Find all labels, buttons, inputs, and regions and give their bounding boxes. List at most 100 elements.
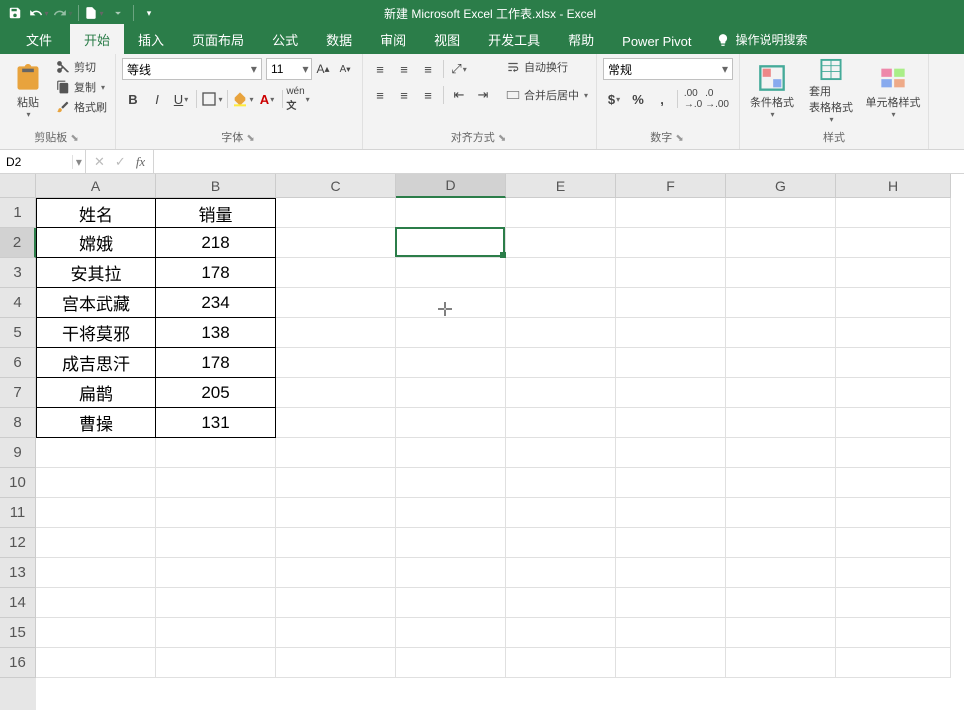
row-header-14[interactable]: 14 xyxy=(0,588,36,618)
col-header-G[interactable]: G xyxy=(726,174,836,198)
cell-E14[interactable] xyxy=(506,588,616,618)
cell-D12[interactable] xyxy=(396,528,506,558)
cell-E10[interactable] xyxy=(506,468,616,498)
cell-C12[interactable] xyxy=(276,528,396,558)
cell-B14[interactable] xyxy=(156,588,276,618)
decrease-decimal-button[interactable]: .0→.00 xyxy=(706,88,728,110)
cell-styles-button[interactable]: 单元格样式▾ xyxy=(864,58,922,124)
clipboard-launcher[interactable]: ⬊ xyxy=(70,133,80,144)
cell-F8[interactable] xyxy=(616,408,726,438)
wrap-text-button[interactable]: 自动换行 xyxy=(504,58,590,76)
cell-A14[interactable] xyxy=(36,588,156,618)
conditional-format-button[interactable]: 条件格式▾ xyxy=(746,58,798,124)
cell-F5[interactable] xyxy=(616,318,726,348)
cell-B7[interactable]: 205 xyxy=(156,378,276,408)
tab-power-pivot[interactable]: Power Pivot xyxy=(608,28,705,54)
cell-G2[interactable] xyxy=(726,228,836,258)
row-header-6[interactable]: 6 xyxy=(0,348,36,378)
col-header-H[interactable]: H xyxy=(836,174,951,198)
cell-H15[interactable] xyxy=(836,618,951,648)
qat-more-icon[interactable]: ▾ xyxy=(138,2,160,24)
paste-button[interactable]: 粘贴▾ xyxy=(6,58,50,124)
font-launcher[interactable]: ⬊ xyxy=(246,133,256,144)
name-box-dropdown[interactable]: ▾ xyxy=(72,155,85,169)
decrease-indent-button[interactable]: ⇤ xyxy=(448,84,470,106)
cell-D4[interactable] xyxy=(396,288,506,318)
cell-H2[interactable] xyxy=(836,228,951,258)
cell-F3[interactable] xyxy=(616,258,726,288)
cell-C13[interactable] xyxy=(276,558,396,588)
cell-E3[interactable] xyxy=(506,258,616,288)
cell-D15[interactable] xyxy=(396,618,506,648)
cell-C7[interactable] xyxy=(276,378,396,408)
comma-button[interactable]: , xyxy=(651,88,673,110)
fx-icon[interactable]: fx xyxy=(136,154,145,170)
cell-A12[interactable] xyxy=(36,528,156,558)
cell-C6[interactable] xyxy=(276,348,396,378)
cell-G5[interactable] xyxy=(726,318,836,348)
cell-B13[interactable] xyxy=(156,558,276,588)
row-header-7[interactable]: 7 xyxy=(0,378,36,408)
cell-D3[interactable] xyxy=(396,258,506,288)
cell-H10[interactable] xyxy=(836,468,951,498)
cell-D8[interactable] xyxy=(396,408,506,438)
cell-A5[interactable]: 干将莫邪 xyxy=(36,318,156,348)
cell-B4[interactable]: 234 xyxy=(156,288,276,318)
cell-E2[interactable] xyxy=(506,228,616,258)
undo-icon[interactable]: ▾ xyxy=(28,2,50,24)
cell-B5[interactable]: 138 xyxy=(156,318,276,348)
cell-D10[interactable] xyxy=(396,468,506,498)
cell-H11[interactable] xyxy=(836,498,951,528)
cell-A11[interactable] xyxy=(36,498,156,528)
cell-G14[interactable] xyxy=(726,588,836,618)
cell-C9[interactable] xyxy=(276,438,396,468)
row-header-15[interactable]: 15 xyxy=(0,618,36,648)
cell-B11[interactable] xyxy=(156,498,276,528)
phonetic-button[interactable]: wén文▾ xyxy=(287,88,309,110)
cell-E12[interactable] xyxy=(506,528,616,558)
col-header-F[interactable]: F xyxy=(616,174,726,198)
cell-H5[interactable] xyxy=(836,318,951,348)
font-color-button[interactable]: A▾ xyxy=(256,88,278,110)
cell-G16[interactable] xyxy=(726,648,836,678)
col-header-A[interactable]: A xyxy=(36,174,156,198)
cell-E6[interactable] xyxy=(506,348,616,378)
cell-B8[interactable]: 131 xyxy=(156,408,276,438)
formula-bar[interactable] xyxy=(154,150,964,173)
cell-E8[interactable] xyxy=(506,408,616,438)
row-header-16[interactable]: 16 xyxy=(0,648,36,678)
cell-F16[interactable] xyxy=(616,648,726,678)
name-box-input[interactable] xyxy=(0,155,72,169)
cut-button[interactable]: 剪切 xyxy=(54,58,109,76)
cell-F15[interactable] xyxy=(616,618,726,648)
row-header-11[interactable]: 11 xyxy=(0,498,36,528)
cell-E7[interactable] xyxy=(506,378,616,408)
cell-C1[interactable] xyxy=(276,198,396,228)
cell-G9[interactable] xyxy=(726,438,836,468)
cell-D16[interactable] xyxy=(396,648,506,678)
cell-C15[interactable] xyxy=(276,618,396,648)
cell-H6[interactable] xyxy=(836,348,951,378)
cell-A10[interactable] xyxy=(36,468,156,498)
copy-button[interactable]: 复制 ▾ xyxy=(54,78,109,96)
number-launcher[interactable]: ⬊ xyxy=(675,133,685,144)
row-header-4[interactable]: 4 xyxy=(0,288,36,318)
percent-button[interactable]: % xyxy=(627,88,649,110)
borders-button[interactable]: ▾ xyxy=(201,88,223,110)
cell-D14[interactable] xyxy=(396,588,506,618)
format-table-button[interactable]: 套用 表格格式▾ xyxy=(802,58,860,124)
cell-G4[interactable] xyxy=(726,288,836,318)
cell-C10[interactable] xyxy=(276,468,396,498)
cell-H7[interactable] xyxy=(836,378,951,408)
cell-E15[interactable] xyxy=(506,618,616,648)
tab-view[interactable]: 视图 xyxy=(420,24,474,54)
align-center-button[interactable]: ≡ xyxy=(393,84,415,106)
row-header-9[interactable]: 9 xyxy=(0,438,36,468)
col-header-E[interactable]: E xyxy=(506,174,616,198)
cell-H3[interactable] xyxy=(836,258,951,288)
save-icon[interactable] xyxy=(4,2,26,24)
cell-F2[interactable] xyxy=(616,228,726,258)
cell-G15[interactable] xyxy=(726,618,836,648)
name-box[interactable]: ▾ xyxy=(0,150,86,173)
tab-data[interactable]: 数据 xyxy=(312,24,366,54)
